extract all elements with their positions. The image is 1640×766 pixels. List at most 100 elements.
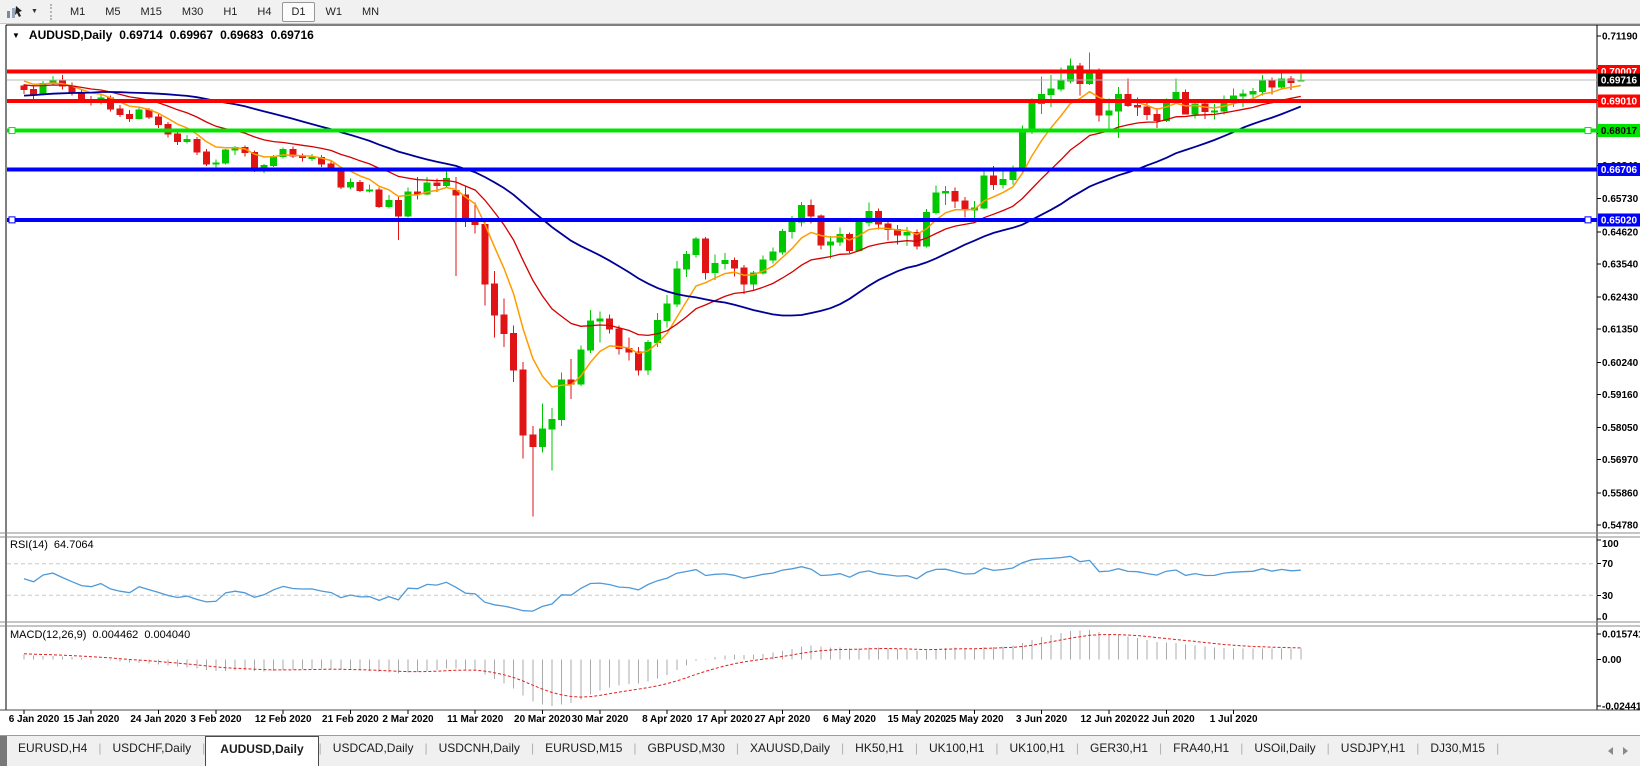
tab-scroll-left-icon[interactable] [1608, 747, 1613, 755]
date-label: 1 Jul 2020 [1210, 714, 1258, 725]
price-tick-label: 0.62430 [1602, 293, 1639, 304]
timeframe-button-m5[interactable]: M5 [96, 2, 129, 22]
chart-menu-caret-icon[interactable]: ▼ [12, 31, 20, 40]
up-candle-body [366, 189, 374, 192]
chart-cursor-icon[interactable] [5, 4, 25, 20]
chart-tab-usdcnh-daily-4[interactable]: USDCNH,Daily [428, 736, 531, 766]
toolbar-grip[interactable] [49, 3, 52, 20]
down-candle-body [375, 189, 383, 208]
chart-tab-eurusd-h4-0[interactable]: EURUSD,H4 [7, 736, 98, 766]
price-tick-label: 0.54780 [1602, 521, 1639, 532]
up-candle-body [682, 254, 690, 270]
timeframe-button-d1[interactable]: D1 [282, 1, 315, 22]
hline-endmark[interactable] [8, 216, 16, 224]
chart-tab-uk100-h1-9[interactable]: UK100,H1 [918, 736, 995, 766]
down-candle-body [1268, 79, 1276, 88]
macd-axis-label: -0.024412 [1602, 702, 1640, 713]
down-candle-body [519, 369, 527, 436]
date-label: 15 May 2020 [888, 714, 947, 725]
chart-tab-uk100-h1-10[interactable]: UK100,H1 [999, 736, 1076, 766]
up-candle-body [1172, 91, 1180, 101]
rsi-name: RSI(14) [10, 539, 48, 551]
down-candle-body [529, 434, 537, 447]
timeframe-button-m1[interactable]: M1 [61, 2, 94, 22]
timeframe-button-mn[interactable]: MN [353, 2, 388, 22]
down-candle-body [634, 351, 642, 371]
up-candle-body [222, 149, 230, 164]
up-candle-body [1239, 93, 1247, 97]
chart-frame [0, 24, 1640, 711]
down-candle-body [615, 328, 623, 350]
date-label: 3 Jun 2020 [1016, 714, 1068, 725]
price-badge-support-blue-1[interactable]: 0.66706 [1598, 163, 1640, 177]
up-candle-body [212, 162, 220, 165]
up-candle-body [385, 199, 393, 208]
price-tick-label: 0.60240 [1602, 358, 1639, 369]
chart-tab-xauusd-daily-7[interactable]: XAUUSD,Daily [739, 736, 841, 766]
timeframe-button-w1[interactable]: W1 [317, 2, 352, 22]
toolbar-dropdown-caret-icon[interactable]: ▼ [28, 8, 41, 15]
up-candle-body [663, 303, 671, 321]
hline-endmark[interactable] [8, 127, 16, 135]
chart-tab-ger30-h1-11[interactable]: GER30,H1 [1079, 736, 1159, 766]
price-badge-bid[interactable]: 0.69716 [1598, 73, 1640, 87]
chart-tab-audusd-daily-2[interactable]: AUDUSD,Daily [205, 736, 319, 766]
down-candle-body [481, 223, 489, 285]
hline-endmark[interactable] [1584, 127, 1592, 135]
chart-tab-usoil-daily-13[interactable]: USOil,Daily [1243, 736, 1326, 766]
price-badge-support-blue-2-text: 0.65020 [1601, 215, 1638, 226]
up-candle-body [442, 178, 450, 187]
hline-support-green[interactable] [7, 127, 1597, 135]
chart-tab-gbpusd-m30-6[interactable]: GBPUSD,M30 [637, 736, 736, 766]
down-candle-body [961, 200, 969, 211]
date-label: 12 Jun 2020 [1080, 714, 1137, 725]
top-toolbar: ▼ M1 M5 M15 M30 H1 H4 D1 W1 MN [0, 0, 1640, 24]
down-candle-body [126, 114, 134, 120]
price-badge-resistance-2[interactable]: 0.69010 [1598, 94, 1640, 108]
timeframe-toolbar: M1 M5 M15 M30 H1 H4 D1 W1 MN [61, 1, 388, 22]
macd-panel: 0.015741 0.00 -0.024412 [23, 630, 1640, 713]
down-candle-body [30, 88, 38, 95]
tab-scroll-right-icon[interactable] [1623, 747, 1628, 755]
up-candle-body [999, 178, 1007, 185]
chart-title: ▼ AUDUSD,Daily 0.69714 0.69967 0.69683 0… [12, 28, 314, 42]
up-candle-body [769, 251, 777, 261]
price-tick-label: 0.59160 [1602, 390, 1639, 401]
price-badge-support-green[interactable]: 0.68017 [1598, 124, 1640, 138]
rsi-line [23, 555, 1301, 612]
macd-indicator-label: MACD(12,26,9) 0.004462 0.004040 [10, 629, 190, 641]
chart-tab-usdcad-daily-3[interactable]: USDCAD,Daily [322, 736, 425, 766]
candles-layer [20, 52, 1305, 517]
up-candle-body [1009, 169, 1017, 180]
timeframe-button-h4[interactable]: H4 [248, 2, 280, 22]
chart-tab-usdchf-daily-1[interactable]: USDCHF,Daily [101, 736, 202, 766]
date-label: 12 Feb 2020 [255, 714, 312, 725]
date-label: 15 Jan 2020 [63, 714, 120, 725]
down-candle-body [740, 267, 748, 285]
date-axis[interactable]: 6 Jan 2020 15 Jan 2020 24 Jan 2020 3 Feb 20… [9, 710, 1258, 725]
price-badge-resistance-2-text: 0.69010 [1601, 96, 1638, 107]
up-candle-body [654, 319, 662, 344]
price-axis[interactable]: 0.711900.701000.690200.679200.668400.657… [1597, 32, 1640, 532]
chart-tab-fra40-h1-12[interactable]: FRA40,H1 [1162, 736, 1240, 766]
timeframe-button-h1[interactable]: H1 [214, 2, 246, 22]
hline-endmark[interactable] [1584, 216, 1592, 224]
up-candle-body [721, 260, 729, 265]
chart-tab-hk50-h1-8[interactable]: HK50,H1 [844, 736, 915, 766]
up-candle-body [270, 155, 278, 166]
chart-tab-dj30-m15-15[interactable]: DJ30,M15 [1419, 736, 1496, 766]
price-badge-support-blue-2[interactable]: 0.65020 [1598, 213, 1640, 227]
timeframe-button-m15[interactable]: M15 [132, 2, 171, 22]
chart-tab-usdjpy-h1-14[interactable]: USDJPY,H1 [1330, 736, 1416, 766]
down-candle-body [951, 190, 959, 202]
up-candle-body [183, 138, 191, 142]
price-tick-label: 0.63540 [1602, 259, 1639, 270]
down-candle-body [990, 175, 998, 185]
timeframe-button-m30[interactable]: M30 [173, 2, 212, 22]
chart-tab-eurusd-m15-5[interactable]: EURUSD,M15 [534, 736, 633, 766]
date-label: 6 Jan 2020 [9, 714, 60, 725]
chart-canvas[interactable]: 0.711900.701000.690200.679200.668400.657… [0, 24, 1640, 735]
date-label: 3 Feb 2020 [190, 714, 242, 725]
date-label: 17 Apr 2020 [697, 714, 753, 725]
up-candle-body [644, 342, 652, 371]
